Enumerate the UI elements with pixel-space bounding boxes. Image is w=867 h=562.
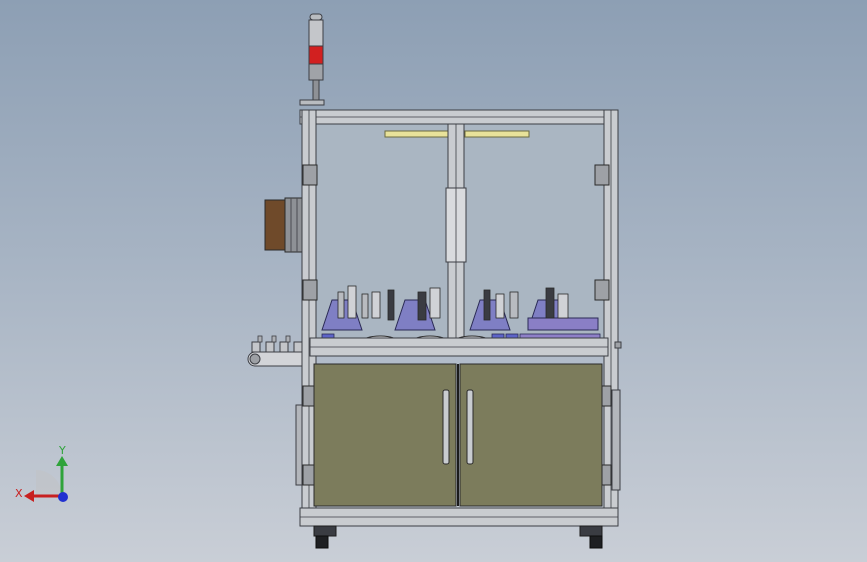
casters (313, 525, 603, 549)
conveyor (247, 335, 311, 367)
cabinet-door-right[interactable] (459, 363, 603, 507)
cabinet-door-left[interactable] (313, 363, 457, 507)
side-motor (264, 197, 304, 253)
lamp-bar-right (464, 130, 530, 138)
light-tower (299, 13, 325, 106)
upper-enclosure (315, 121, 605, 349)
x-axis-label: X (15, 487, 23, 500)
light-tower-red-lamp (308, 45, 324, 65)
coordinate-triad: Y X (15, 444, 68, 502)
lower-cabinet (313, 363, 603, 507)
y-axis-label: Y (58, 444, 66, 457)
door-handle-left[interactable] (442, 389, 450, 465)
z-axis-dot (58, 492, 68, 502)
door-handle-right[interactable] (466, 389, 474, 465)
cad-viewport: Y X (15, 13, 622, 549)
lamp-bar-left (384, 130, 450, 138)
